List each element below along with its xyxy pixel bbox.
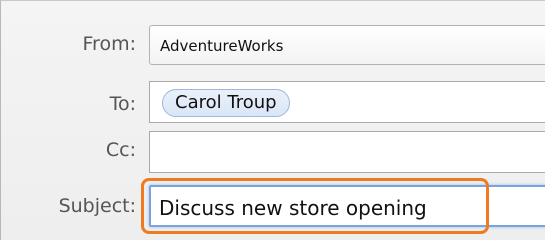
subject-label: Subject:	[58, 195, 136, 217]
from-account-select[interactable]: AdventureWorks	[149, 25, 545, 65]
subject-row: Subject: Discuss new store opening	[1, 177, 545, 237]
recipient-token[interactable]: Carol Troup	[162, 89, 290, 117]
cc-row: Cc:	[1, 131, 545, 173]
cc-field[interactable]	[149, 131, 545, 173]
from-row: From: AdventureWorks	[1, 1, 545, 81]
subject-highlight-callout	[141, 178, 489, 234]
from-label: From:	[82, 33, 136, 55]
to-field[interactable]: Carol Troup	[149, 81, 545, 123]
to-row: To: Carol Troup	[1, 81, 545, 123]
from-account-value: AdventureWorks	[160, 37, 284, 55]
cc-label: Cc:	[105, 139, 136, 161]
message-header-pane: From: AdventureWorks To: Carol Troup Cc:…	[0, 0, 545, 240]
to-label: To:	[109, 93, 136, 115]
